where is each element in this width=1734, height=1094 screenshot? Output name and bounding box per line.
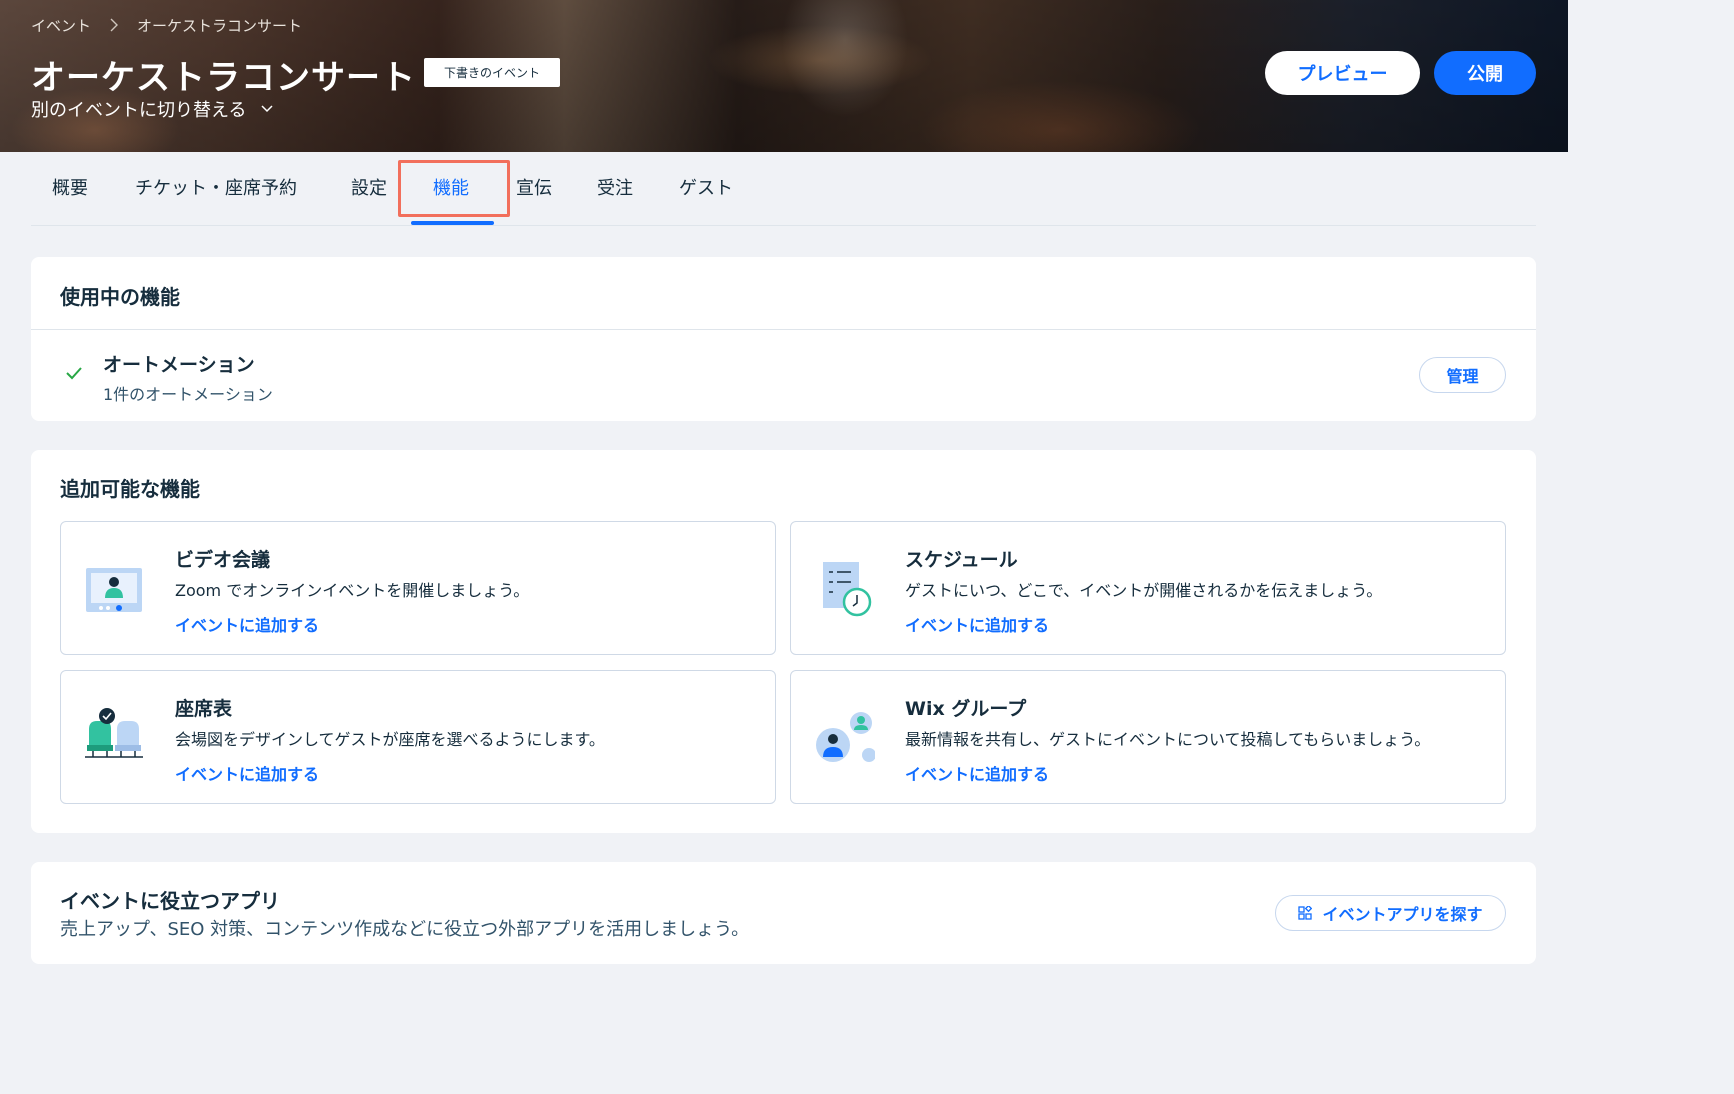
add-to-event-link[interactable]: イベントに追加する (175, 761, 319, 785)
feature-tile-seating-chart: 座席表 会場図をデザインしてゲストが座席を選べるようにします。 イベントに追加す… (60, 670, 776, 804)
feature-tile-video-conference: ビデオ会議 Zoom でオンラインイベントを開催しましょう。 イベントに追加する (60, 521, 776, 655)
feature-subtitle: 1件のオートメーション (103, 385, 273, 404)
tab-promotion[interactable]: 宣伝 (516, 174, 552, 204)
active-tab-indicator (411, 221, 494, 225)
add-to-event-link[interactable]: イベントに追加する (175, 612, 319, 636)
tile-description: 会場図をデザインしてゲストが座席を選べるようにします。 (175, 730, 605, 749)
active-features-title: 使用中の機能 (60, 285, 180, 309)
breadcrumb-current: オーケストラコンサート (137, 16, 303, 35)
add-to-event-link[interactable]: イベントに追加する (905, 612, 1049, 636)
event-header: イベント オーケストラコンサート オーケストラコンサート 下書きのイベント 別の… (0, 0, 1568, 152)
seating-chart-icon (83, 707, 145, 769)
status-badge: 下書きのイベント (424, 58, 560, 87)
breadcrumb-events-link[interactable]: イベント (31, 15, 91, 36)
chevron-down-icon (260, 102, 274, 116)
switch-event-label: 別のイベントに切り替える (31, 100, 247, 121)
event-apps-card: イベントに役立つアプリ 売上アップ、SEO 対策、コンテンツ作成などに役立つ外部… (31, 862, 1536, 964)
feature-tile-wix-groups: Wix グループ 最新情報を共有し、ゲストにイベントについて投稿してもらいましょ… (790, 670, 1506, 804)
tab-tickets-seating[interactable]: チケット・座席予約 (135, 174, 297, 204)
active-features-card: 使用中の機能 オートメーション 1件のオートメーション 管理 (31, 257, 1536, 421)
tab-bar: 概要 チケット・座席予約 設定 機能 宣伝 受注 ゲスト (31, 152, 1536, 226)
schedule-icon (813, 558, 875, 620)
check-icon (64, 365, 84, 381)
feature-tile-schedule: スケジュール ゲストにいつ、どこで、イベントが開催されるかを伝えましょう。 イベ… (790, 521, 1506, 655)
tile-title: 座席表 (175, 698, 233, 720)
tab-orders[interactable]: 受注 (597, 174, 633, 204)
available-features-card: 追加可能な機能 ビデオ会議 Zoom でオンラインイベントを開催しましょう。 イ… (31, 450, 1536, 833)
apps-description: 売上アップ、SEO 対策、コンテンツ作成などに役立つ外部アプリを活用しましょう。 (60, 919, 750, 940)
feature-name: オートメーション (103, 354, 255, 376)
tab-settings[interactable]: 設定 (351, 174, 387, 204)
tile-title: ビデオ会議 (175, 549, 271, 571)
tile-title: スケジュール (905, 549, 1018, 571)
tab-overview[interactable]: 概要 (52, 174, 88, 204)
add-to-event-link[interactable]: イベントに追加する (905, 761, 1049, 785)
page-title: オーケストラコンサート (31, 58, 416, 98)
chevron-right-icon (109, 18, 119, 32)
tab-guests[interactable]: ゲスト (679, 174, 733, 204)
breadcrumb: イベント オーケストラコンサート (31, 14, 302, 36)
tile-description: 最新情報を共有し、ゲストにイベントについて投稿してもらいましょう。 (905, 730, 1431, 749)
apps-title: イベントに役立つアプリ (60, 889, 280, 913)
apps-grid-icon (1298, 906, 1313, 920)
available-features-title: 追加可能な機能 (60, 477, 200, 501)
tile-title: Wix グループ (905, 698, 1027, 720)
manage-button[interactable]: 管理 (1419, 357, 1506, 393)
tab-features[interactable]: 機能 (433, 174, 469, 204)
video-conference-icon (83, 558, 145, 620)
find-event-apps-label: イベントアプリを探す (1322, 905, 1483, 924)
tile-description: Zoom でオンラインイベントを開催しましょう。 (175, 581, 530, 600)
tile-description: ゲストにいつ、どこで、イベントが開催されるかを伝えましょう。 (905, 581, 1383, 600)
preview-button[interactable]: プレビュー (1265, 51, 1420, 95)
divider (31, 329, 1536, 330)
find-event-apps-button[interactable]: イベントアプリを探す (1275, 895, 1506, 931)
wix-groups-icon (813, 707, 876, 769)
switch-event-dropdown[interactable]: 別のイベントに切り替える (31, 96, 274, 122)
publish-button[interactable]: 公開 (1434, 51, 1536, 95)
